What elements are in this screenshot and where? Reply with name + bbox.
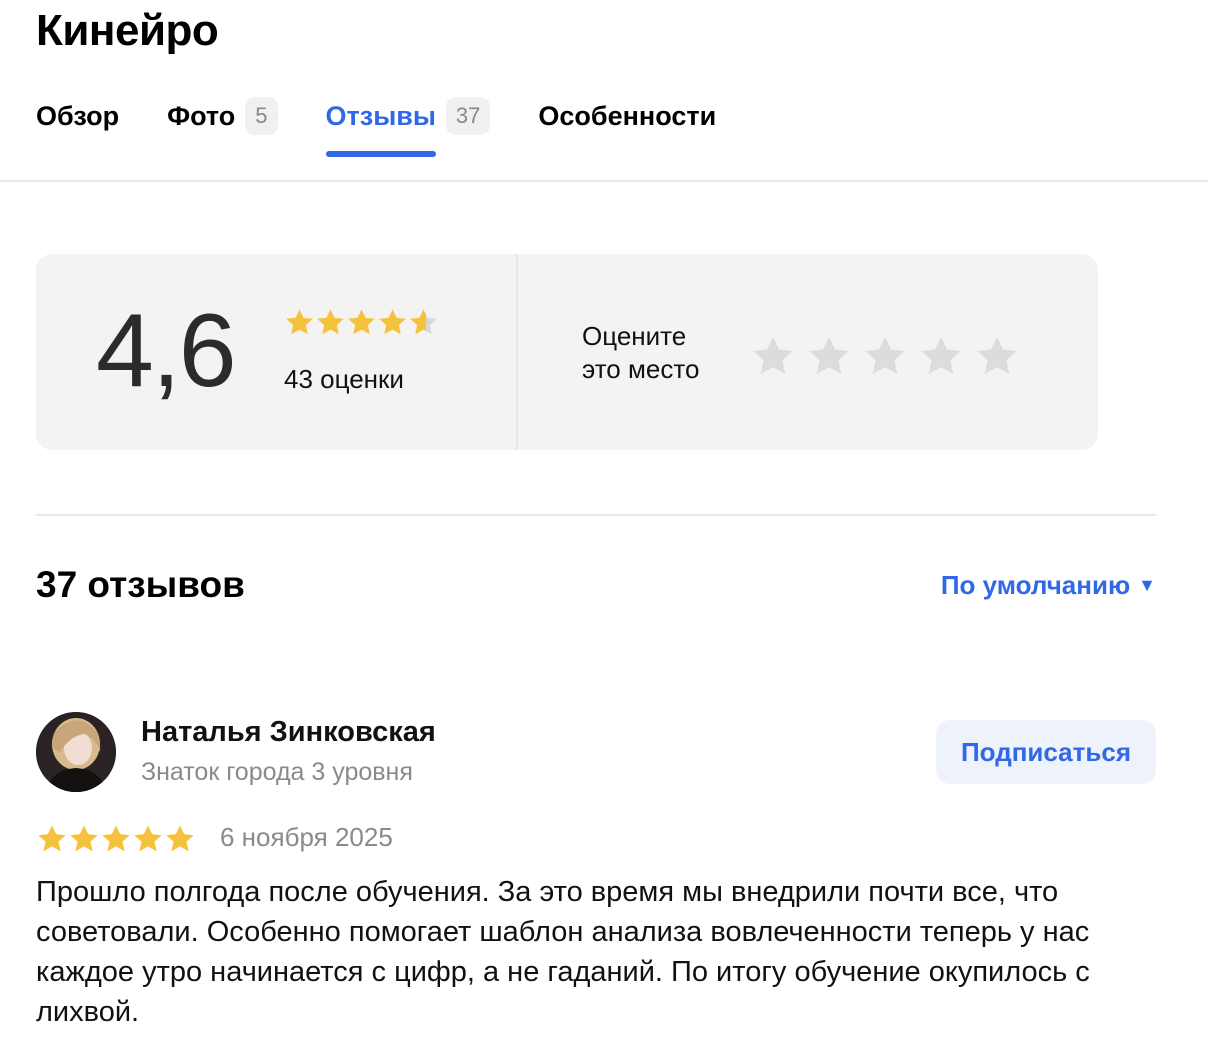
review-text: Прошло полгода после обучения. За это вр…: [36, 876, 1090, 1028]
rate-stars-input[interactable]: [750, 332, 1030, 378]
tab-reviews[interactable]: Отзывы 37: [325, 96, 491, 157]
star-icon[interactable]: [862, 332, 908, 378]
section-divider: [36, 514, 1156, 516]
subscribe-button[interactable]: Подписаться: [936, 720, 1156, 784]
star-icon: [286, 309, 313, 335]
reviews-heading: 37 отзывов: [36, 564, 245, 605]
tab-features-label: Особенности: [538, 100, 717, 131]
star-icon: [348, 309, 375, 335]
rate-prompt-line2: это место: [582, 354, 700, 384]
star-icon[interactable]: [918, 332, 964, 378]
star-icon: [379, 309, 406, 335]
star-icon: [102, 825, 130, 852]
rating-card-separator: [516, 254, 518, 450]
tab-photo[interactable]: Фото 5: [167, 96, 278, 136]
avatar[interactable]: [36, 712, 116, 792]
star-icon: [70, 825, 98, 852]
tabs-divider: [0, 180, 1208, 182]
place-title: Кинейро: [36, 6, 219, 55]
review-author-name[interactable]: Наталья Зинковская: [141, 716, 436, 749]
star-icon: [410, 309, 437, 335]
caret-down-icon: ▼: [1138, 575, 1156, 595]
rate-prompt: Оцените это место: [582, 320, 699, 386]
ratings-count: 43 оценки: [284, 364, 404, 394]
sort-dropdown[interactable]: По умолчанию ▼: [941, 570, 1156, 601]
star-icon: [166, 825, 194, 852]
tab-features[interactable]: Особенности: [538, 96, 716, 136]
rating-value: 4,6: [96, 293, 237, 409]
star-icon[interactable]: [750, 332, 796, 378]
tab-overview-label: Обзор: [36, 100, 120, 131]
review-date: 6 ноября 2025: [220, 822, 393, 852]
rate-prompt-line1: Оцените: [582, 321, 687, 351]
star-icon: [134, 825, 162, 852]
tabs-bar: Обзор Фото 5 Отзывы 37 Особенности: [36, 96, 764, 157]
review-author-level: Знаток города 3 уровня: [141, 758, 413, 786]
tab-reviews-label: Отзывы: [325, 100, 436, 157]
tab-overview[interactable]: Обзор: [36, 96, 119, 136]
rating-stars: [284, 306, 439, 337]
review-stars: [36, 822, 196, 854]
tab-photo-label: Фото: [167, 100, 236, 131]
tab-photo-count: 5: [245, 97, 278, 135]
avatar-image: [36, 712, 116, 792]
star-icon[interactable]: [806, 332, 852, 378]
star-icon: [317, 309, 344, 335]
rating-card: 4,6 43 оценки Оцените это место: [36, 254, 1098, 450]
sort-label: По умолчанию: [940, 570, 1131, 600]
star-icon: [38, 825, 66, 852]
tab-active-underline: [325, 150, 436, 157]
tab-reviews-label-text: Отзывы: [325, 100, 436, 131]
star-icon[interactable]: [974, 332, 1020, 378]
tab-reviews-count: 37: [445, 97, 491, 135]
